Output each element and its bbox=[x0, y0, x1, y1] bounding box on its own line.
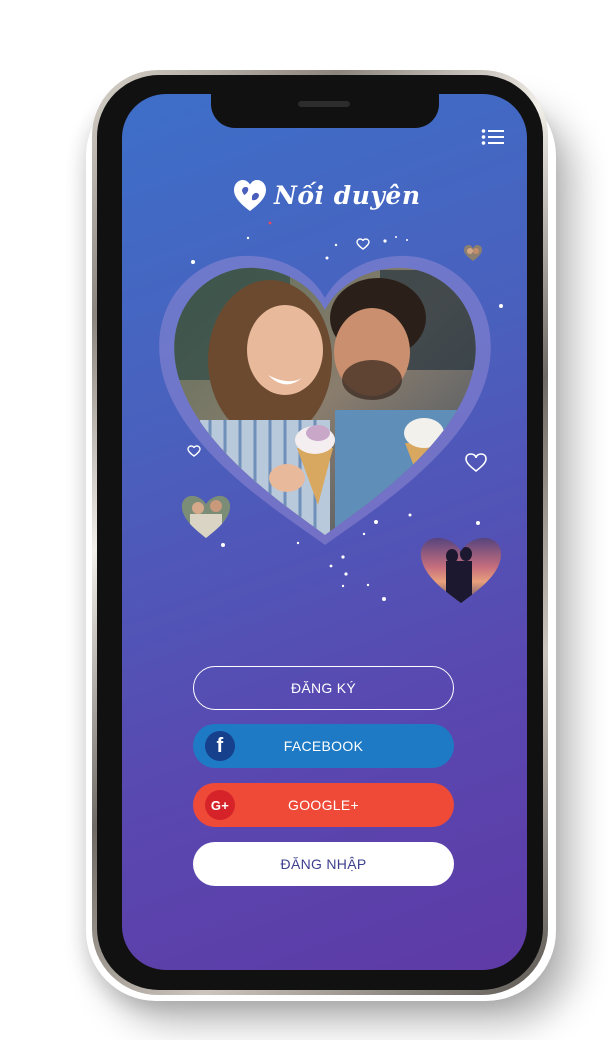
google-label: GOOGLE+ bbox=[288, 797, 359, 813]
outline-heart-icon bbox=[356, 238, 370, 250]
sunset-couple-photo bbox=[420, 537, 502, 603]
app-name: Nối duyên bbox=[274, 180, 421, 210]
list-menu-icon[interactable] bbox=[481, 128, 505, 146]
small-couple-photo-left bbox=[181, 495, 231, 538]
facebook-label: FACEBOOK bbox=[283, 738, 364, 754]
register-button[interactable]: ĐĂNG KÝ bbox=[193, 666, 454, 710]
phone-notch bbox=[211, 94, 439, 128]
google-login-button[interactable]: G+ GOOGLE+ bbox=[193, 783, 454, 827]
red-dot bbox=[268, 221, 272, 225]
register-label: ĐĂNG KÝ bbox=[290, 680, 357, 696]
login-button[interactable]: ĐĂNG NHẬP bbox=[193, 842, 454, 886]
tiny-couple-photo bbox=[464, 245, 482, 261]
outline-heart-icon bbox=[187, 445, 201, 457]
phone-speaker bbox=[298, 101, 350, 107]
facebook-login-button[interactable]: f FACEBOOK bbox=[193, 724, 454, 768]
outline-heart-icon bbox=[465, 453, 487, 473]
heart-couple-logo-icon bbox=[234, 180, 266, 211]
login-label: ĐĂNG NHẬP bbox=[280, 856, 367, 872]
google-plus-icon: G+ bbox=[205, 790, 235, 820]
app-logo: Nối duyên bbox=[232, 175, 421, 215]
facebook-icon: f bbox=[205, 731, 235, 761]
